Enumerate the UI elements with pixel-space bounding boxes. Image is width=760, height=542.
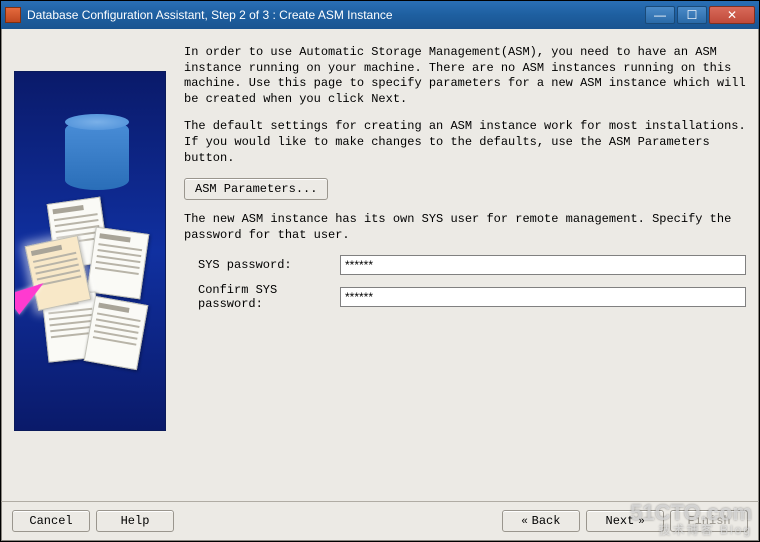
next-button-label: Next [606,514,635,528]
minimize-button[interactable]: — [645,6,675,24]
new-instance-text: The new ASM instance has its own SYS use… [184,212,746,243]
sys-password-label: SYS password: [184,258,340,272]
close-button[interactable]: ✕ [709,6,755,24]
defaults-text: The default settings for creating an ASM… [184,119,746,166]
titlebar: Database Configuration Assistant, Step 2… [1,1,759,29]
cancel-button[interactable]: Cancel [12,510,90,532]
next-button[interactable]: Next » [586,510,664,532]
maximize-icon: ☐ [687,8,698,22]
app-icon [5,7,21,23]
sys-password-input[interactable] [340,255,746,275]
document-icon [84,296,149,370]
confirm-sys-password-input[interactable] [340,287,746,307]
intro-text: In order to use Automatic Storage Manage… [184,45,746,107]
finish-button: Finish [670,510,748,532]
help-button[interactable]: Help [96,510,174,532]
back-arrow-icon: « [522,515,528,527]
window-title: Database Configuration Assistant, Step 2… [27,8,645,22]
back-button[interactable]: « Back [502,510,580,532]
next-arrow-icon: » [638,515,644,527]
document-icon [87,227,150,300]
wizard-side-graphic [14,71,166,431]
maximize-button[interactable]: ☐ [677,6,707,24]
database-cylinder-icon [65,120,129,190]
close-icon: ✕ [727,8,737,22]
back-button-label: Back [532,514,561,528]
wizard-button-bar: Cancel Help « Back Next » Finish [1,501,759,541]
asm-parameters-button[interactable]: ASM Parameters... [184,178,328,200]
minimize-icon: — [654,8,666,22]
confirm-sys-password-label: Confirm SYS password: [184,283,340,311]
